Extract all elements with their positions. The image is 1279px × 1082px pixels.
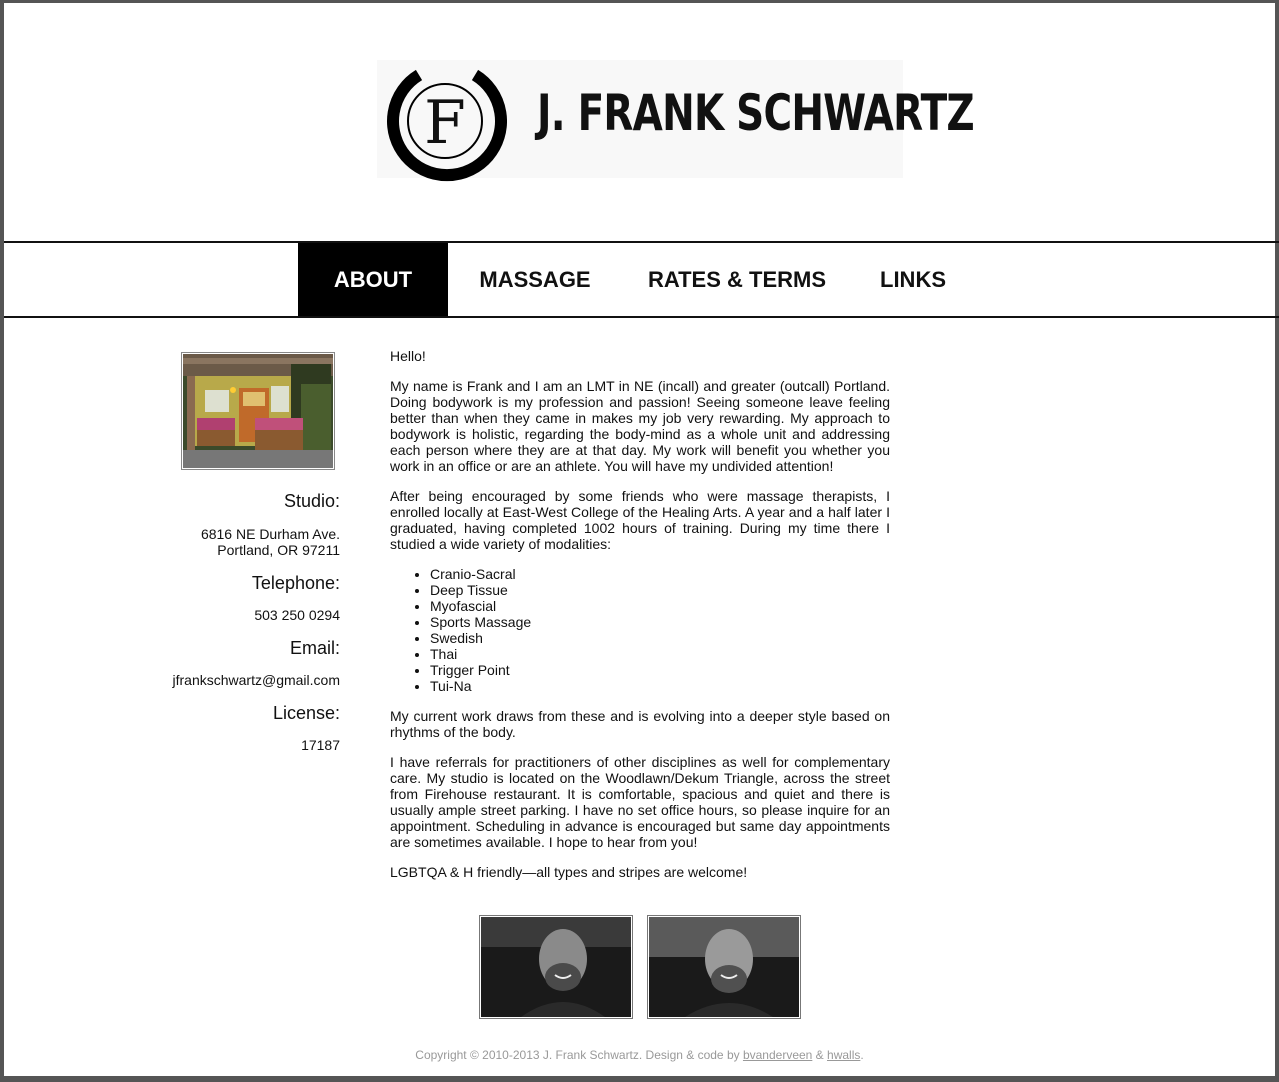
nav-item-links[interactable]: LINKS [864,243,962,316]
portrait-photo-2 [647,915,801,1019]
copyright-text: Copyright © 2010-2013 J. Frank Schwartz.… [415,1048,743,1062]
contact-sidebar: Studio: 6816 NE Durham Ave. Portland, OR… [150,0,340,760]
list-item: Sports Massage [430,614,890,630]
site-title: J. FRANK SCHWARTZ [537,84,975,142]
studio-address-line2: Portland, OR 97211 [217,542,340,558]
about-content: Hello! My name is Frank and I am an LMT … [390,348,890,894]
telephone-heading: Telephone: [251,573,340,593]
footer-separator: & [812,1048,828,1062]
logo-letter: F [424,88,466,158]
training-paragraph: After being encouraged by some friends w… [390,488,890,552]
site-logo[interactable]: F J. FRANK SCHWARTZ [377,60,975,182]
studio-heading: Studio: [283,491,340,511]
telephone-value: 503 250 0294 [254,607,340,623]
designer-link-bvanderveen[interactable]: bvanderveen [743,1048,812,1062]
nav-item-massage[interactable]: MASSAGE [464,243,606,316]
studio-paragraph: I have referrals for practitioners of ot… [390,754,890,850]
page-footer: Copyright © 2010-2013 J. Frank Schwartz.… [0,1048,1279,1062]
nav-item-rates-terms[interactable]: RATES & TERMS [632,243,842,316]
list-item: Trigger Point [430,662,890,678]
portrait-photo-1 [479,915,633,1019]
intro-paragraph: My name is Frank and I am an LMT in NE (… [390,378,890,474]
footer-end: . [860,1048,864,1062]
welcome-paragraph: LGBTQA & H friendly—all types and stripe… [390,864,748,880]
logo-f-mark: F [387,69,507,182]
license-heading: License: [272,703,340,723]
list-item: Thai [430,646,890,662]
list-item: Tui-Na [430,678,890,694]
style-paragraph: My current work draws from these and is … [390,708,890,740]
list-item: Myofascial [430,598,890,614]
designer-link-hwalls[interactable]: hwalls [827,1048,860,1062]
studio-address-line1: 6816 NE Durham Ave. [200,526,340,542]
greeting: Hello! [390,348,426,364]
list-item: Swedish [430,630,890,646]
email-heading: Email: [289,638,340,658]
list-item: Cranio-Sacral [430,566,890,582]
license-value: 17187 [301,737,340,753]
list-item: Deep Tissue [430,582,890,598]
modalities-list: Cranio-Sacral Deep Tissue Myofascial Spo… [390,566,890,694]
email-value[interactable]: jfrankschwartz@gmail.com [173,672,340,688]
